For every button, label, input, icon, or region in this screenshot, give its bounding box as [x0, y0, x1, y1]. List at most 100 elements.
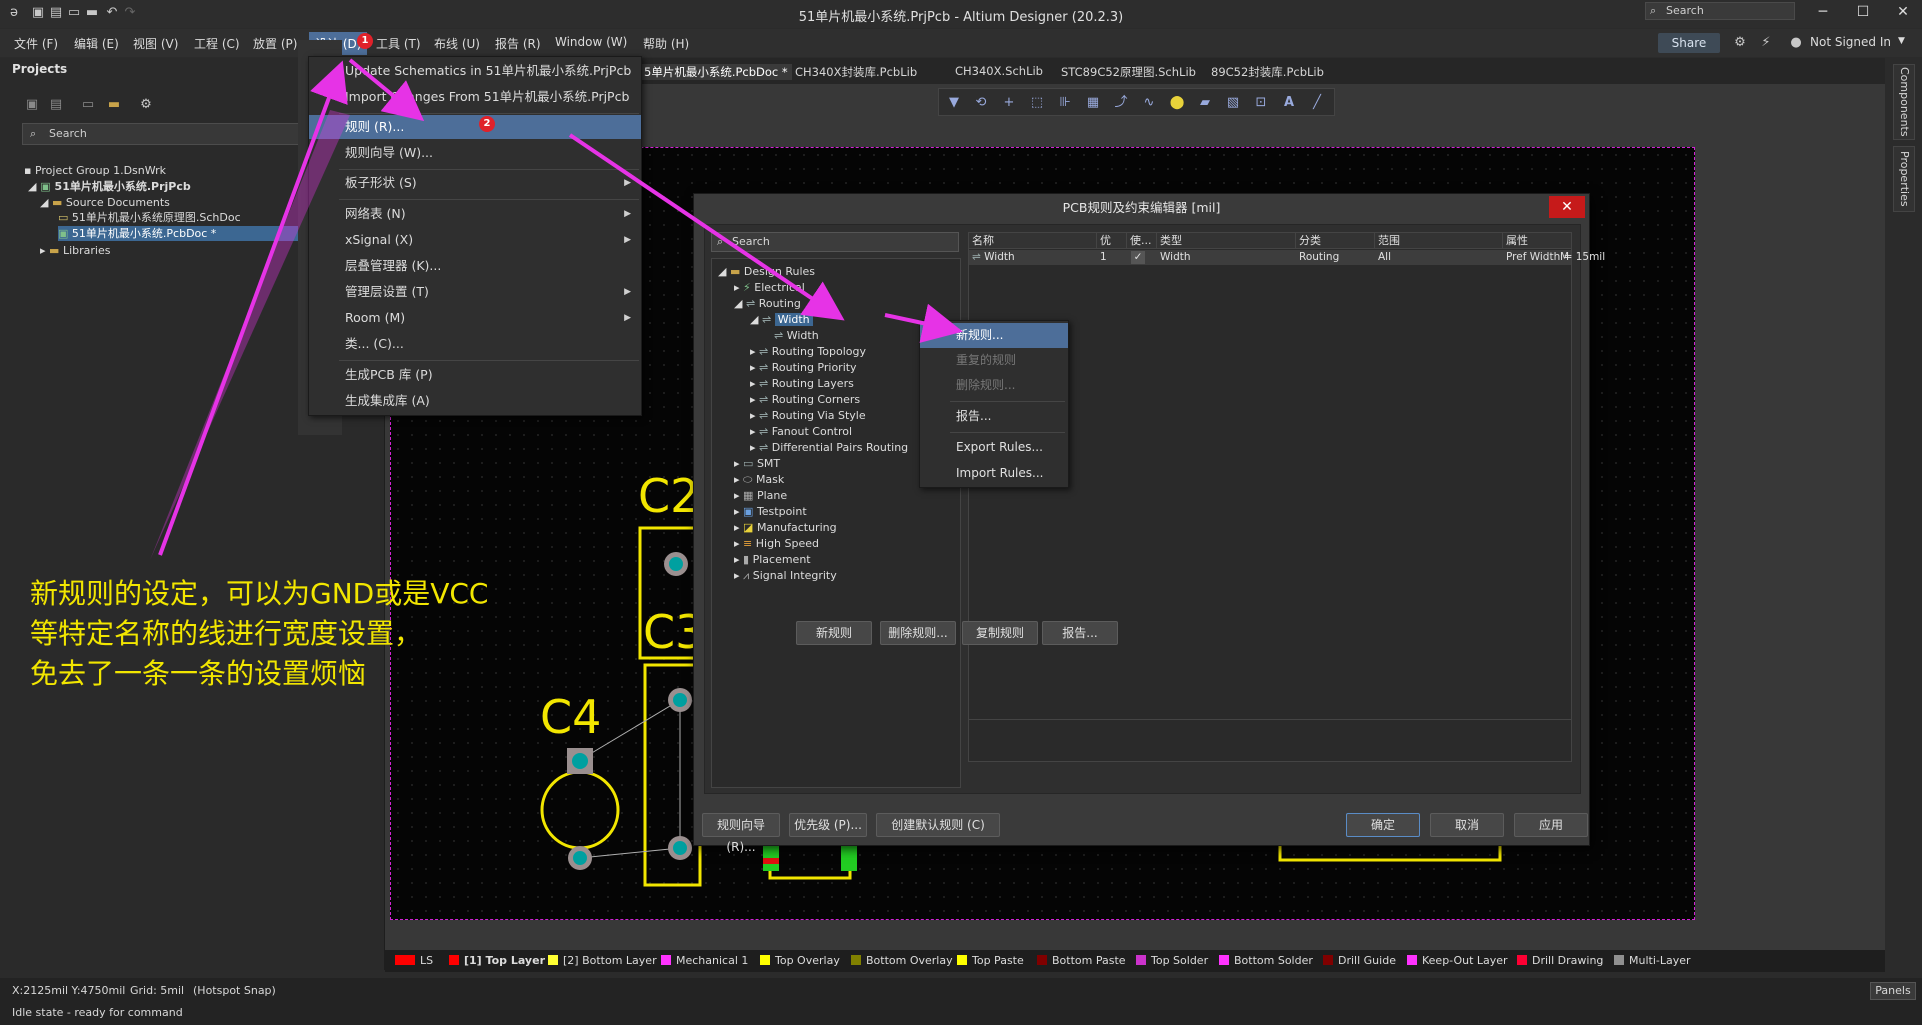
tree-item-routing[interactable]: ◢ ⇌ Routing — [734, 296, 801, 312]
col-header-scope[interactable]: 范围 — [1375, 233, 1503, 249]
delete-rule-button[interactable]: 删除规则... — [880, 621, 956, 645]
polygon-icon[interactable]: ▰ — [1196, 94, 1214, 112]
diff-pair-icon[interactable]: ∿ — [1140, 94, 1158, 112]
ctx-import-rules[interactable]: Import Rules... — [920, 461, 1068, 486]
tree-item-plane[interactable]: ▸ ▦ Plane — [734, 488, 787, 504]
tree-item-design-rules[interactable]: ◢ ▬ Design Rules — [718, 264, 815, 280]
interactive-route-icon[interactable]: ⤴ — [1112, 94, 1130, 112]
layer-drill-guide[interactable]: Drill Guide — [1323, 954, 1396, 967]
report-button[interactable]: 报告... — [1042, 621, 1118, 645]
col-header-attributes[interactable]: 属性 — [1503, 233, 1571, 249]
col-header-name[interactable]: 名称 — [969, 233, 1097, 249]
ctx-new-rule[interactable]: 新规则... — [920, 323, 1068, 348]
priorities-button[interactable]: 优先级 (P)... — [789, 813, 867, 837]
panels-button[interactable]: Panels — [1870, 982, 1916, 1000]
tree-item-signal-integrity[interactable]: ▸ ⩘ Signal Integrity — [734, 568, 837, 584]
layer-drill-drawing[interactable]: Drill Drawing — [1517, 954, 1603, 967]
col-header-type[interactable]: 类型 — [1157, 233, 1296, 249]
layer-mechanical-1[interactable]: Mechanical 1 — [661, 954, 748, 967]
keepout-icon[interactable]: ▧ — [1224, 94, 1242, 112]
via-icon[interactable]: ⬤ — [1168, 94, 1186, 112]
menu-item-netlist[interactable]: 网络表 (N) ▶ — [309, 202, 641, 226]
align-icon[interactable]: ⊪ — [1056, 94, 1074, 112]
menu-item-board-shape[interactable]: 板子形状 (S) ▶ — [309, 171, 641, 195]
cross-probe-icon[interactable]: + — [1000, 94, 1018, 112]
line-icon[interactable]: ╱ — [1308, 94, 1326, 112]
col-header-priority[interactable]: 优 — [1097, 233, 1127, 249]
menu-item-import-changes[interactable]: Import Changes From 51单片机最小系统.PrjPcb — [309, 85, 641, 109]
tree-item-placement[interactable]: ▸ ▮ Placement — [734, 552, 811, 568]
status-bar: X:2125mil Y:4750mil Grid: 5mil (Hotspot … — [0, 978, 1922, 1025]
layer-bottom-overlay[interactable]: Bottom Overlay — [851, 954, 953, 967]
ctx-duplicate-rule[interactable]: 重复的规则 — [920, 348, 1068, 373]
rule-icon: ⇌ — [759, 441, 769, 454]
menu-item-layer-stack-manager[interactable]: 层叠管理器 (K)... — [309, 254, 641, 278]
menu-item-room[interactable]: Room (M) ▶ — [309, 306, 641, 330]
apply-button[interactable]: 应用 — [1514, 813, 1588, 837]
tree-item-routing-layers[interactable]: ▸ ⇌ Routing Layers — [750, 376, 854, 392]
select-rect-icon[interactable]: ⬚ — [1028, 94, 1046, 112]
layer-bottom-paste[interactable]: Bottom Paste — [1037, 954, 1126, 967]
ok-button[interactable]: 确定 — [1346, 813, 1420, 837]
menu-item-manage-layer-sets[interactable]: 管理层设置 (T) ▶ — [309, 280, 641, 304]
layer-top-paste[interactable]: Top Paste — [957, 954, 1024, 967]
tree-item-high-speed[interactable]: ▸ ≡ High Speed — [734, 536, 819, 552]
layer-top-solder[interactable]: Top Solder — [1136, 954, 1208, 967]
tree-label: Routing Corners — [771, 393, 861, 406]
string-text-icon[interactable]: A — [1280, 94, 1298, 112]
ctx-report[interactable]: 报告... — [920, 404, 1068, 429]
create-default-rules-button[interactable]: 创建默认规则 (C) — [876, 813, 1000, 837]
tree-item-testpoint[interactable]: ▸ ▣ Testpoint — [734, 504, 807, 520]
via-c3-2 — [673, 841, 687, 855]
rules-search-input[interactable]: ⌕ Search — [711, 232, 959, 252]
rules-grid: 名称 优 使... 类型 分类 范围 属性 ⇌ Width 1 ✓ Width … — [968, 232, 1605, 762]
new-rule-button[interactable]: 新规则 — [796, 621, 872, 645]
tree-item-diff-pairs-routing[interactable]: ▸ ⇌ Differential Pairs Routing — [750, 440, 908, 456]
menu-item-update-schematics[interactable]: Update Schematics in 51单片机最小系统.PrjPcb — [309, 59, 641, 83]
layer-multi-layer[interactable]: Multi-Layer — [1614, 954, 1691, 967]
layer-bottom[interactable]: [2] Bottom Layer — [548, 954, 657, 967]
menu-item-xsignal[interactable]: xSignal (X) ▶ — [309, 228, 641, 252]
menu-separator — [339, 360, 639, 361]
duplicate-rule-button[interactable]: 复制规则 — [962, 621, 1038, 645]
menu-item-make-integrated-library[interactable]: 生成集成库 (A) — [309, 389, 641, 413]
layer-bottom-solder[interactable]: Bottom Solder — [1219, 954, 1313, 967]
layer-keep-out[interactable]: Keep-Out Layer — [1407, 954, 1508, 967]
layer-label: Drill Guide — [1338, 954, 1396, 967]
col-header-enabled[interactable]: 使... — [1127, 233, 1157, 249]
tree-item-width-rule[interactable]: ⇌ Width — [774, 328, 819, 344]
menu-item-rules[interactable]: 规则 (R)... — [309, 115, 641, 139]
dimension-icon[interactable]: ⊡ — [1252, 94, 1270, 112]
col-header-category[interactable]: 分类 — [1296, 233, 1375, 249]
menu-item-make-pcb-library[interactable]: 生成PCB 库 (P) — [309, 363, 641, 387]
tree-item-routing-via-style[interactable]: ▸ ⇌ Routing Via Style — [750, 408, 866, 424]
tree-item-mask[interactable]: ▸ ⬭ Mask — [734, 472, 784, 488]
ctx-delete-rule[interactable]: 删除规则... — [920, 373, 1068, 398]
filter-icon[interactable]: ▼ — [945, 94, 963, 112]
layer-set-ls[interactable]: LS — [395, 954, 433, 967]
layer-swatch — [760, 955, 770, 965]
tree-item-electrical[interactable]: ▸ ⚡ Electrical — [734, 280, 805, 296]
tree-item-width-group[interactable]: ◢ ⇌ Width — [750, 312, 813, 328]
menu-separator — [950, 401, 1065, 402]
menu-item-rule-wizard[interactable]: 规则向导 (W)... — [309, 141, 641, 165]
layer-top-overlay[interactable]: Top Overlay — [760, 954, 840, 967]
route-icon[interactable]: ⟲ — [972, 94, 990, 112]
tab-components[interactable]: Components — [1893, 64, 1915, 140]
tree-item-routing-priority[interactable]: ▸ ⇌ Routing Priority — [750, 360, 857, 376]
component-icon[interactable]: ▦ — [1084, 94, 1102, 112]
tree-item-smt[interactable]: ▸ ▭ SMT — [734, 456, 780, 472]
cancel-button[interactable]: 取消 — [1430, 813, 1504, 837]
tree-item-manufacturing[interactable]: ▸ ◪ Manufacturing — [734, 520, 837, 536]
tree-item-fanout-control[interactable]: ▸ ⇌ Fanout Control — [750, 424, 852, 440]
enabled-checkbox[interactable]: ✓ — [1131, 251, 1145, 264]
dialog-close-button[interactable]: ✕ — [1549, 196, 1585, 218]
tree-item-routing-corners[interactable]: ▸ ⇌ Routing Corners — [750, 392, 860, 408]
ctx-export-rules[interactable]: Export Rules... — [920, 435, 1068, 460]
menu-item-classes[interactable]: 类... (C)... — [309, 332, 641, 356]
design-menu-dropdown: Update Schematics in 51单片机最小系统.PrjPcb Im… — [308, 56, 642, 416]
rule-wizard-button[interactable]: 规则向导 (R)... — [702, 813, 780, 854]
layer-top[interactable]: [1] Top Layer — [449, 954, 545, 967]
tab-properties[interactable]: Properties — [1893, 146, 1915, 212]
tree-item-routing-topology[interactable]: ▸ ⇌ Routing Topology — [750, 344, 866, 360]
